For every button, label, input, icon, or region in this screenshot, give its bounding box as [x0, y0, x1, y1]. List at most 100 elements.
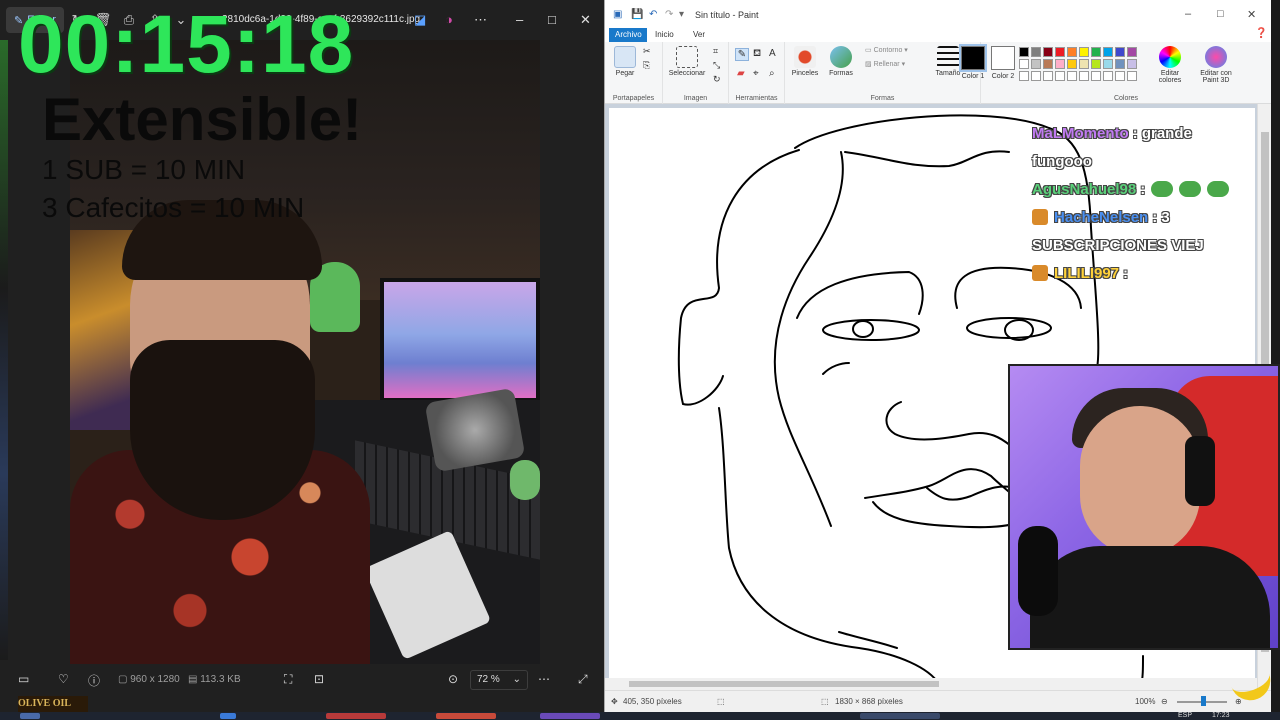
clock[interactable]: 17:23 — [1212, 712, 1230, 719]
paint-titlebar: ▣ 💾 ↶ ↷ ▾ Sin título - Paint – □ ✕ — [605, 0, 1271, 28]
palette-swatch[interactable] — [1043, 71, 1053, 81]
magnifier-icon[interactable]: ⌕ — [769, 68, 775, 79]
palette-swatch[interactable] — [1067, 59, 1077, 69]
brushes-button[interactable]: Pinceles — [789, 46, 821, 77]
palette-swatch[interactable] — [1091, 59, 1101, 69]
help-icon[interactable]: ❓ — [1255, 28, 1267, 39]
palette-swatch[interactable] — [1055, 71, 1065, 81]
fit-icon[interactable]: ⛶ — [284, 672, 292, 687]
zoom-slider-thumb[interactable] — [1201, 696, 1206, 706]
extensible-title: Extensible! — [42, 86, 363, 153]
palette-swatch[interactable] — [1067, 47, 1077, 57]
palette-swatch[interactable] — [1103, 59, 1113, 69]
outline-dropdown[interactable]: ▭ Contorno ▾ — [865, 46, 908, 54]
info-icon[interactable]: ⓘ — [88, 672, 100, 689]
color2-swatch[interactable] — [991, 46, 1015, 70]
chat-username[interactable]: MaLMomento — [1032, 125, 1129, 142]
desktop-edge — [0, 40, 8, 660]
paint3d-button[interactable]: Editar con Paint 3D — [1193, 46, 1239, 84]
close-icon[interactable]: ✕ — [1247, 8, 1256, 21]
eraser-icon[interactable]: ▰ — [737, 68, 745, 79]
actual-size-icon[interactable]: ⊡ — [314, 672, 324, 686]
taskbar-app-icon[interactable] — [540, 713, 600, 719]
zoom-select[interactable]: 72 % ⌄ — [470, 670, 528, 690]
palette-swatch[interactable] — [1115, 47, 1125, 57]
language-indicator[interactable]: ESP — [1178, 712, 1192, 719]
palette-swatch[interactable] — [1055, 59, 1065, 69]
palette-swatch[interactable] — [1019, 71, 1029, 81]
zoom-icon[interactable]: ⊙ — [448, 672, 458, 686]
tab-file[interactable]: Archivo — [609, 28, 647, 42]
customize-icon[interactable]: ▾ — [679, 9, 684, 20]
tab-view[interactable]: Ver — [693, 30, 705, 39]
shapes-icon — [830, 46, 852, 68]
favorite-icon[interactable]: ♡ — [58, 672, 69, 686]
open-with-icon[interactable]: ◪ — [414, 12, 426, 28]
horizontal-scrollbar[interactable] — [605, 678, 1257, 690]
close-icon[interactable]: ✕ — [580, 12, 591, 28]
chevron-down-icon: ⌄ — [512, 674, 521, 685]
palette-swatch[interactable] — [1067, 71, 1077, 81]
save-icon[interactable]: 💾 — [631, 9, 643, 20]
copy-icon[interactable]: ⎘ — [643, 60, 650, 71]
start-icon[interactable] — [20, 713, 40, 719]
fill-dropdown[interactable]: ▨ Rellenar ▾ — [865, 60, 905, 68]
resize-icon[interactable]: ⤡ — [713, 60, 720, 71]
palette-swatch[interactable] — [1079, 47, 1089, 57]
edit-colors-button[interactable]: Editar colores — [1151, 46, 1189, 84]
undo-icon[interactable]: ↶ — [649, 9, 657, 20]
taskbar-app-icon[interactable] — [860, 713, 940, 719]
cut-icon[interactable]: ✂ — [643, 46, 651, 57]
pencil-icon[interactable]: ✎ — [735, 48, 749, 61]
palette-swatch[interactable] — [1019, 59, 1029, 69]
sub-badge-icon — [1032, 209, 1048, 225]
palette-swatch[interactable] — [1079, 59, 1089, 69]
minimize-icon[interactable]: – — [1185, 8, 1191, 20]
select-button[interactable]: Seleccionar — [665, 46, 709, 77]
color-picker-icon[interactable]: ⌖ — [753, 68, 759, 79]
chat-username[interactable]: LILILI997 — [1054, 265, 1119, 282]
crop-icon[interactable]: ⌗ — [713, 46, 718, 57]
palette-swatch[interactable] — [1103, 47, 1113, 57]
palette-swatch[interactable] — [1031, 71, 1041, 81]
palette-swatch[interactable] — [1127, 59, 1137, 69]
tab-home[interactable]: Inicio — [655, 30, 674, 39]
maximize-icon[interactable]: □ — [548, 12, 556, 27]
redo-icon[interactable]: ↷ — [665, 9, 673, 20]
palette-swatch[interactable] — [1055, 47, 1065, 57]
fullscreen-icon[interactable]: ⤢ — [578, 672, 588, 687]
palette-swatch[interactable] — [1031, 59, 1041, 69]
rotate-icon[interactable]: ↻ — [713, 74, 721, 85]
taskbar-app-icon[interactable] — [220, 713, 236, 719]
zoom-out-icon[interactable]: ⊖ — [1161, 697, 1168, 706]
filmstrip-icon[interactable]: ▭ — [18, 672, 29, 686]
paste-button[interactable]: Pegar — [611, 46, 639, 77]
more-icon[interactable]: ⋯ — [538, 672, 550, 686]
palette-swatch[interactable] — [1043, 59, 1053, 69]
palette-swatch[interactable] — [1103, 71, 1113, 81]
more-options-icon[interactable]: ⋯ — [474, 12, 487, 28]
minimize-icon[interactable]: – — [516, 12, 523, 27]
taskbar-app-icon[interactable] — [436, 713, 496, 719]
palette-swatch[interactable] — [1031, 47, 1041, 57]
text-tool-icon[interactable]: A — [769, 48, 776, 59]
brush-icon — [794, 46, 816, 68]
palette-swatch[interactable] — [1127, 47, 1137, 57]
palette-swatch[interactable] — [1115, 59, 1125, 69]
palette-swatch[interactable] — [1043, 47, 1053, 57]
palette-swatch[interactable] — [1079, 71, 1089, 81]
chat-username[interactable]: HacheNelsen — [1054, 209, 1148, 226]
taskbar: ESP 17:23 — [0, 712, 1280, 720]
palette-swatch[interactable] — [1019, 47, 1029, 57]
palette-swatch[interactable] — [1091, 71, 1101, 81]
fill-bucket-icon[interactable]: ⛾ — [753, 48, 761, 61]
color1-swatch[interactable] — [959, 44, 987, 72]
palette-swatch[interactable] — [1091, 47, 1101, 57]
palette-swatch[interactable] — [1115, 71, 1125, 81]
shapes-button[interactable]: Formas — [825, 46, 857, 77]
maximize-icon[interactable]: □ — [1217, 8, 1224, 20]
taskbar-app-icon[interactable] — [326, 713, 386, 719]
palette-swatch[interactable] — [1127, 71, 1137, 81]
clipchamp-icon[interactable]: ◑ — [445, 12, 453, 27]
chat-username[interactable]: AgusNahuel98 — [1032, 181, 1136, 198]
